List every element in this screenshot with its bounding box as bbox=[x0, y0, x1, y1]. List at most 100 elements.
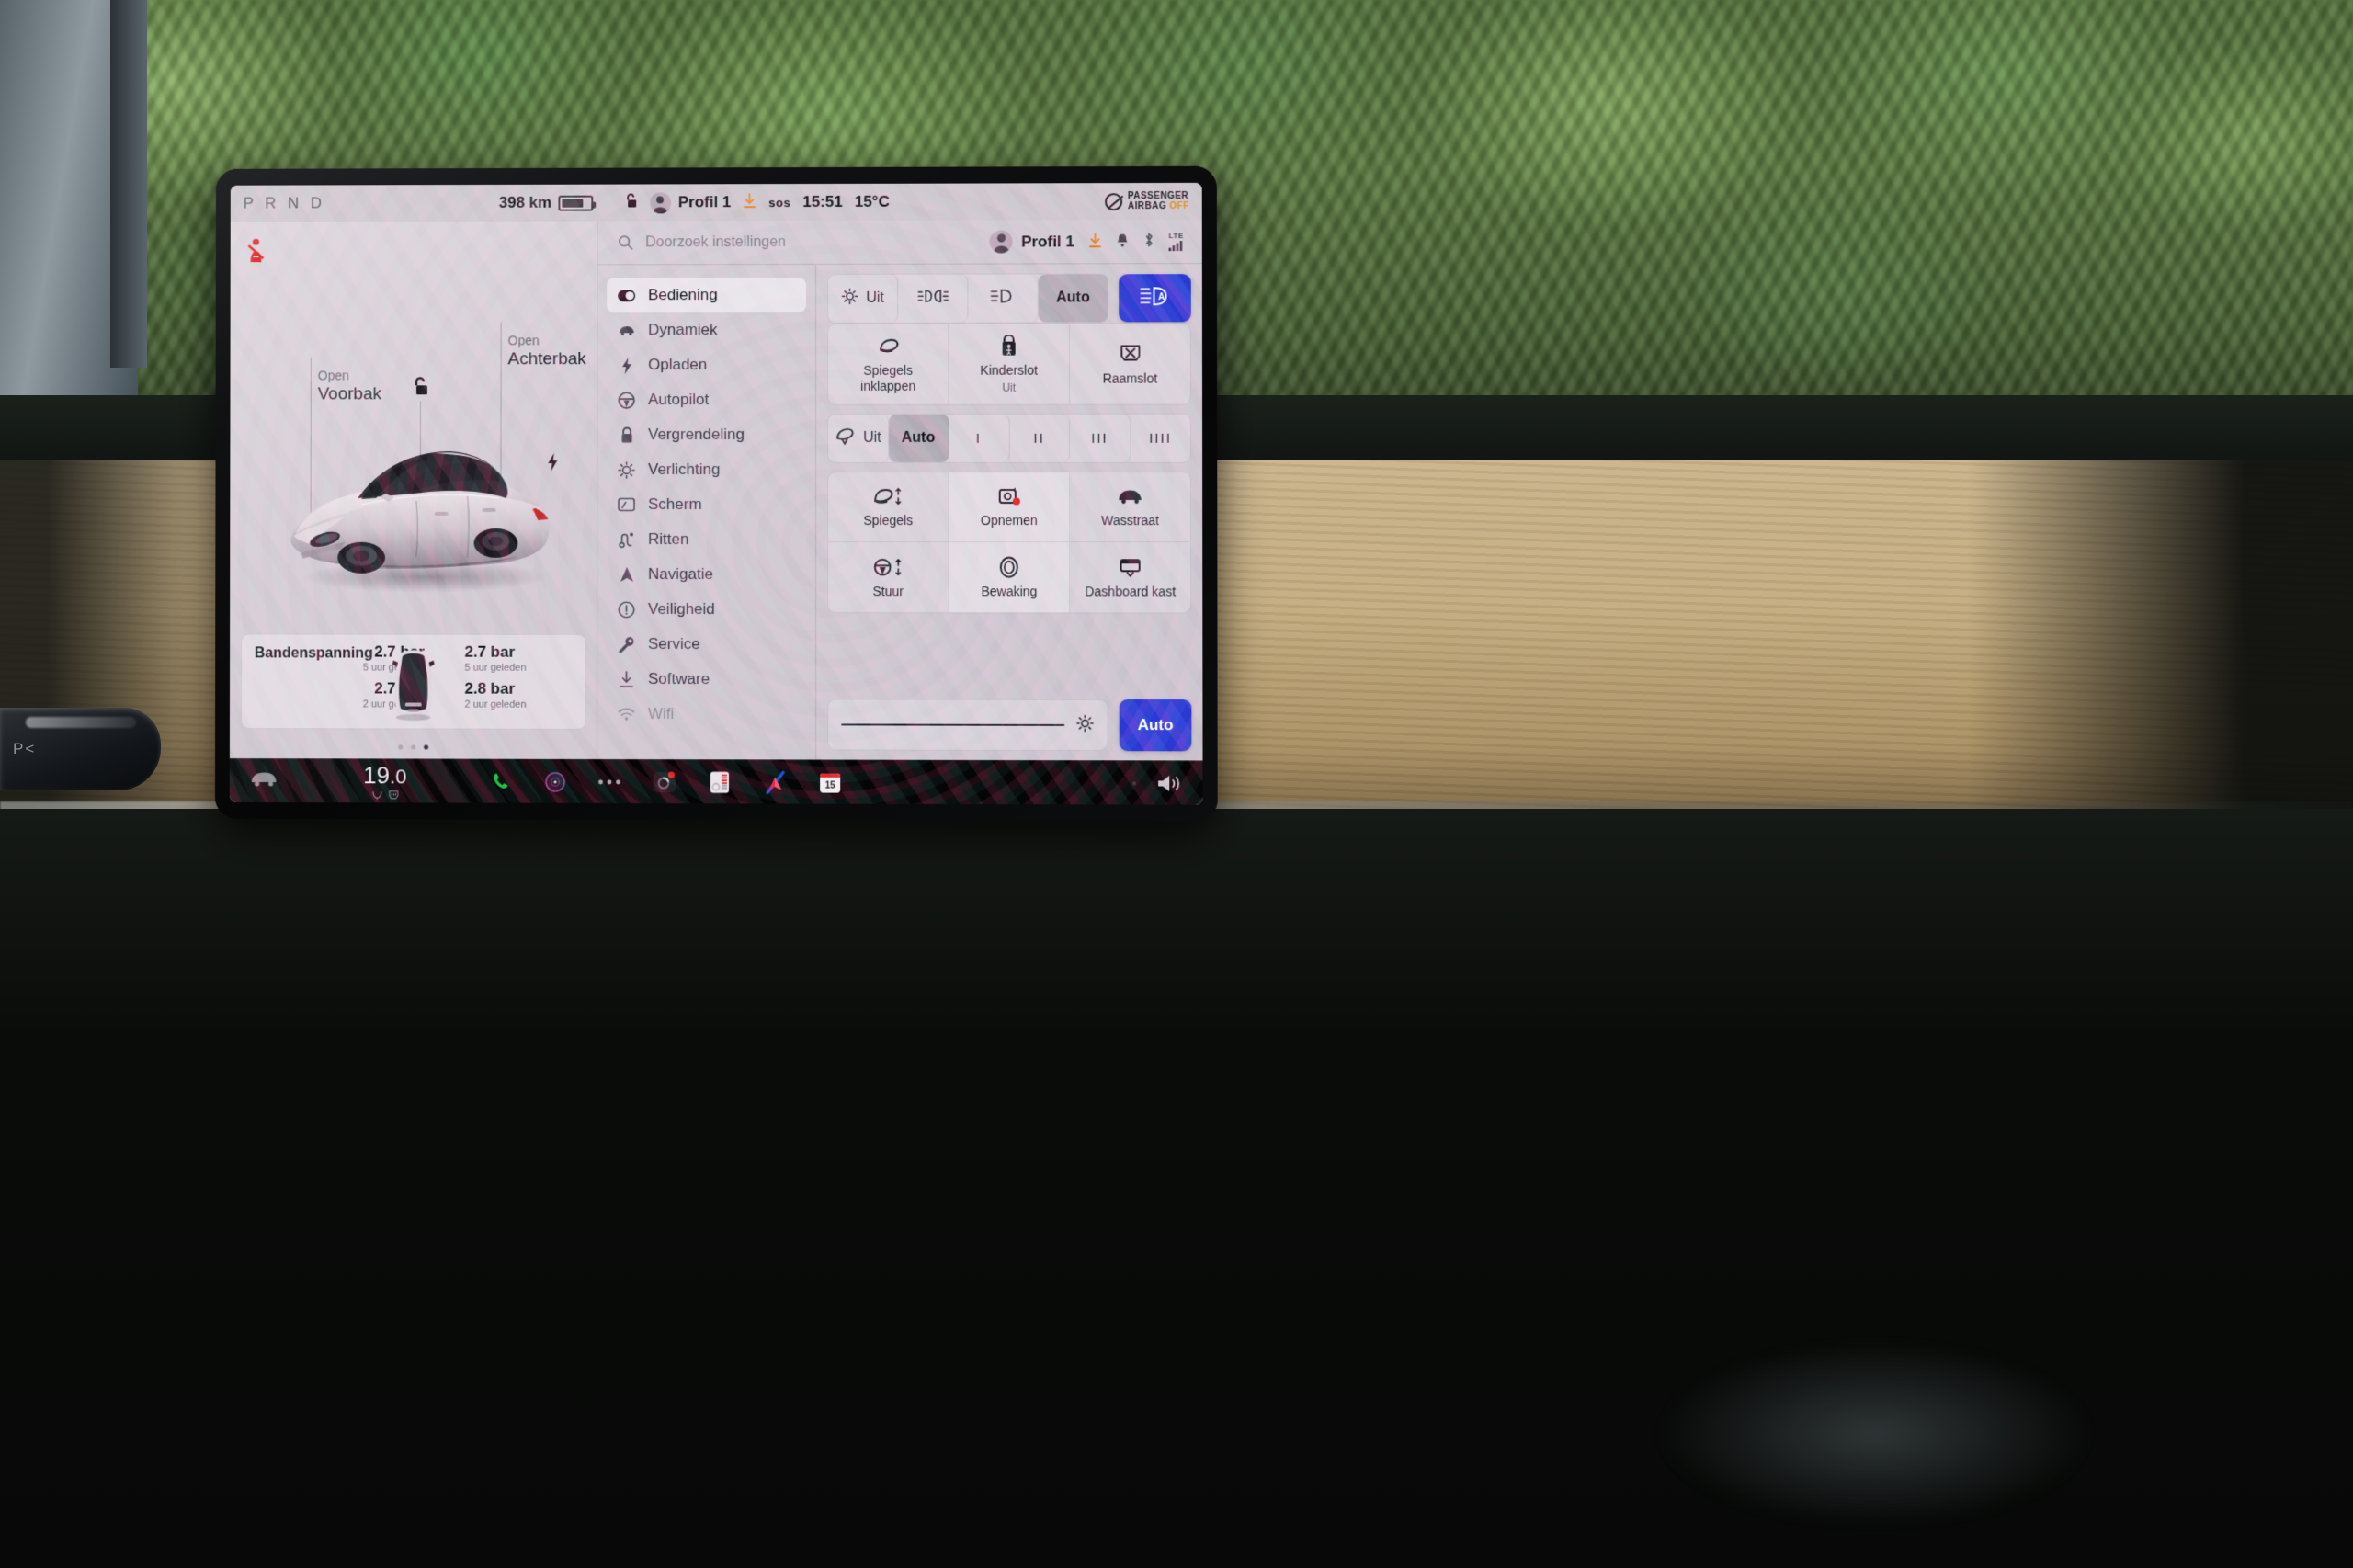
wiper-option-uit[interactable]: Uit bbox=[828, 414, 889, 462]
navigation-icon[interactable] bbox=[763, 770, 787, 794]
brightness-slider[interactable] bbox=[841, 723, 1065, 726]
volume-icon[interactable] bbox=[1156, 773, 1182, 793]
media-icon[interactable] bbox=[544, 770, 566, 792]
airbag-line-2: AIRBAG bbox=[1127, 201, 1167, 212]
brightness-icon bbox=[1075, 713, 1094, 736]
mirrors-locks-card: Spiegels inklappen Kinderslot Uit Raamsl… bbox=[827, 323, 1191, 405]
center-touchscreen[interactable]: P R N D 398 km Profil 1 sos 15:51 15°C P… bbox=[214, 165, 1218, 822]
climate-icon[interactable] bbox=[708, 770, 732, 794]
car-icon bbox=[618, 322, 635, 339]
download-icon[interactable] bbox=[1088, 233, 1102, 251]
sidebar-item-label: Veiligheid bbox=[648, 599, 715, 619]
calendar-icon[interactable]: 15 bbox=[818, 770, 842, 794]
wiper-option-3[interactable]: III bbox=[1070, 414, 1131, 462]
unlock-icon[interactable] bbox=[411, 375, 431, 395]
auto-high-beam-button[interactable]: A bbox=[1119, 274, 1191, 323]
child-lock-button[interactable]: Kinderslot Uit bbox=[949, 324, 1071, 404]
page-dot-3[interactable] bbox=[423, 744, 428, 750]
dock-app-icons[interactable]: 15 bbox=[491, 769, 842, 794]
driver-temperature[interactable]: 19.0 bbox=[330, 761, 439, 800]
brightness-card[interactable] bbox=[827, 699, 1108, 752]
brightness-auto-button[interactable]: Auto bbox=[1119, 699, 1192, 752]
page-dot-2[interactable] bbox=[410, 744, 415, 750]
tire-pressure-card[interactable]: Bandenspanning 2.7 bar 5 uur geleden 2.7… bbox=[240, 633, 587, 730]
toggle-icon bbox=[618, 287, 636, 304]
route-icon bbox=[618, 530, 635, 549]
sidebar-item-navigatie[interactable]: Navigatie bbox=[607, 557, 806, 592]
dashcam-icon[interactable] bbox=[653, 770, 676, 794]
sidebar-item-bediening[interactable]: Bediening bbox=[607, 277, 807, 313]
headlight-segmented-control[interactable]: Uit Auto bbox=[828, 274, 1108, 323]
wiper-segmented-control[interactable]: Uit Auto I II III IIII bbox=[828, 414, 1190, 462]
page-dot-1[interactable] bbox=[397, 744, 403, 750]
bolt-icon bbox=[618, 357, 635, 374]
controls-grid-col-2: Opnemen Bewaking bbox=[948, 472, 1071, 613]
phone-icon[interactable] bbox=[491, 770, 513, 792]
sidebar-item-opladen[interactable]: Opladen bbox=[607, 347, 806, 382]
wiper-option-auto[interactable]: Auto bbox=[888, 414, 949, 462]
settings-sidebar[interactable]: Bediening Dynamiek Opladen Autopilot Ver… bbox=[597, 264, 817, 760]
sidebar-item-software[interactable]: Software bbox=[607, 662, 806, 697]
sidebar-item-veiligheid[interactable]: Veiligheid bbox=[607, 592, 806, 627]
front-trunk-control[interactable]: Open Voorbak bbox=[318, 368, 381, 404]
passenger-airbag-indicator: PASSENGER AIRBAG OFF bbox=[1104, 190, 1189, 212]
rear-trunk-control[interactable]: Open Achterbak bbox=[508, 333, 586, 369]
fold-mirrors-button[interactable]: Spiegels inklappen bbox=[828, 324, 949, 404]
status-profile-label: Profil 1 bbox=[677, 193, 732, 211]
mirrors-adjust-button[interactable]: Spiegels bbox=[828, 472, 949, 543]
sidebar-item-dynamiek[interactable]: Dynamiek bbox=[607, 312, 806, 347]
wiper-option-1[interactable]: I bbox=[949, 414, 1010, 462]
headlight-option-lowbeam[interactable] bbox=[968, 274, 1039, 323]
car-wash-button[interactable]: Wasstraat bbox=[1070, 472, 1191, 543]
sidebar-item-scherm[interactable]: Scherm bbox=[607, 487, 806, 522]
wiper-option-2[interactable]: II bbox=[1009, 414, 1071, 462]
sidebar-item-ritten[interactable]: Ritten bbox=[607, 522, 806, 557]
dash-reflection bbox=[1618, 1324, 2206, 1568]
svg-text:15: 15 bbox=[825, 781, 836, 791]
tire-rear-right-value: 2.8 bar bbox=[464, 679, 516, 698]
glovebox-icon bbox=[1119, 556, 1142, 578]
child-lock-state: Uit bbox=[1002, 381, 1017, 394]
more-icon[interactable] bbox=[597, 778, 621, 785]
bottom-dock[interactable]: 19.0 15 bbox=[229, 757, 1203, 805]
settings-panel[interactable]: Doorzoek instellingen Profil 1 LTE Bedie… bbox=[597, 219, 1203, 761]
wiper-option-4[interactable]: IIII bbox=[1131, 415, 1190, 462]
sidebar-item-label: Dynamiek bbox=[648, 321, 718, 339]
temp-decimal: .0 bbox=[390, 764, 407, 788]
headlight-option-uit[interactable]: Uit bbox=[828, 274, 899, 323]
steering-adjust-button[interactable]: Stuur bbox=[828, 542, 948, 612]
dock-right-group[interactable] bbox=[1131, 773, 1182, 793]
sidebar-item-label: Bediening bbox=[648, 286, 718, 304]
settings-body: Bediening Dynamiek Opladen Autopilot Ver… bbox=[597, 264, 1202, 760]
sentry-mode-button[interactable]: Bewaking bbox=[949, 542, 1070, 612]
dock-car-button[interactable] bbox=[250, 770, 330, 792]
airbag-line-1: PASSENGER bbox=[1127, 190, 1189, 202]
dash-right-shadow bbox=[1967, 460, 2353, 827]
wrench-icon bbox=[618, 635, 635, 653]
notification-bell-icon[interactable] bbox=[1116, 233, 1129, 251]
sidebar-item-service[interactable]: Service bbox=[607, 627, 806, 662]
wiper-icon bbox=[835, 427, 856, 449]
sos-button[interactable]: sos bbox=[768, 196, 790, 210]
status-profile[interactable]: Profil 1 bbox=[649, 191, 732, 213]
lcd-display[interactable]: P R N D 398 km Profil 1 sos 15:51 15°C P… bbox=[229, 182, 1203, 805]
bluetooth-icon[interactable] bbox=[1142, 232, 1154, 251]
dashcam-record-button[interactable]: Opnemen bbox=[949, 472, 1070, 543]
headlight-mode-card: Uit Auto bbox=[827, 273, 1109, 324]
sidebar-item-autopilot[interactable]: Autopilot bbox=[607, 382, 806, 417]
headlight-option-auto[interactable]: Auto bbox=[1038, 274, 1108, 323]
sidebar-item-vergrendeling[interactable]: Vergrendeling bbox=[607, 417, 806, 452]
prnd-r: R bbox=[265, 194, 280, 212]
settings-profile-button[interactable]: Profil 1 bbox=[989, 230, 1074, 254]
sidebar-item-verlichting[interactable]: Verlichting bbox=[607, 452, 806, 487]
window-lock-button[interactable]: Raamslot bbox=[1070, 324, 1190, 403]
search-bar[interactable]: Doorzoek instellingen bbox=[618, 233, 990, 251]
glovebox-button[interactable]: Dashboard kast bbox=[1070, 542, 1190, 612]
tire-front-right: 2.7 bar 5 uur geleden bbox=[464, 643, 574, 675]
avatar bbox=[989, 230, 1013, 254]
sidebar-item-wifi[interactable]: Wifi bbox=[607, 697, 806, 732]
page-indicator[interactable] bbox=[397, 744, 428, 750]
wifi-icon bbox=[618, 705, 635, 722]
car-panel[interactable]: Open Voorbak Open Achterbak Bandenspanni… bbox=[229, 221, 598, 759]
headlight-option-parking[interactable] bbox=[898, 274, 969, 323]
